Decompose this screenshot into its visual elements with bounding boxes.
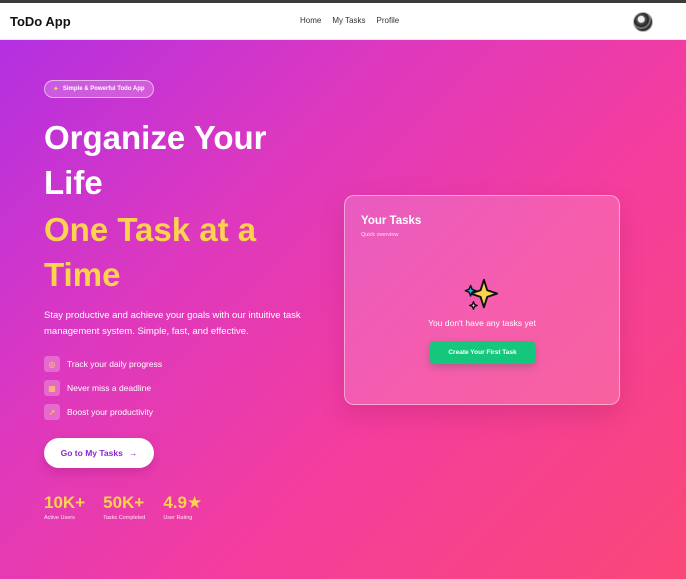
stat-label: User Rating [163, 515, 193, 521]
card-subtitle: Quick overview [361, 232, 399, 238]
nav-links: Home My Tasks Profile [300, 16, 399, 25]
feature-item-deadline: ▦ Never miss a deadline [44, 376, 162, 400]
feature-label: Never miss a deadline [67, 383, 152, 393]
feature-badge: ✦ Simple & Powerful Todo App [44, 80, 154, 98]
empty-state-message: You don't have any tasks yet [428, 318, 536, 328]
calendar-icon: ▦ [44, 380, 60, 396]
arrow-right-icon: → [128, 448, 138, 458]
brand-logo[interactable]: ToDo App [10, 14, 71, 29]
target-icon: ◎ [44, 356, 60, 372]
stat-active-users: 10K+ Active Users [44, 493, 85, 521]
navbar: ToDo App Home My Tasks Profile [0, 3, 686, 40]
hero-description: Stay productive and achieve your goals w… [44, 310, 301, 337]
stats-row: 10K+ Active Users 50K+ Tasks Completed 4… [44, 493, 202, 521]
hero-section: ✦ Simple & Powerful Todo App Organize Yo… [0, 40, 686, 579]
nav-link-home[interactable]: Home [300, 16, 321, 25]
sparkles-icon [464, 278, 499, 310]
feature-item-productivity: ↗ Boost your productivity [44, 400, 162, 424]
go-to-my-tasks-button[interactable]: Go to My Tasks → [44, 438, 154, 468]
trending-up-icon: ↗ [44, 404, 60, 420]
user-avatar-icon[interactable] [633, 12, 653, 32]
nav-link-profile[interactable]: Profile [377, 16, 400, 25]
feature-badge-label: Simple & Powerful Todo App [62, 86, 145, 92]
headline-highlight: One Task at a Time [44, 211, 257, 293]
tasks-overview-card: Your Tasks Quick overview You don't have… [344, 195, 620, 405]
stat-value: 4.9★ [163, 493, 203, 512]
create-first-task-button[interactable]: Create Your First Task [430, 341, 535, 364]
nav-link-my-tasks[interactable]: My Tasks [332, 16, 365, 25]
headline-primary: Organize Your Life [44, 119, 267, 201]
feature-label: Track your daily progress [67, 359, 163, 369]
stat-user-rating: 4.9★ User Rating [163, 493, 202, 521]
stat-value: 50K+ [103, 493, 145, 512]
stat-tasks-completed: 50K+ Tasks Completed [103, 493, 145, 521]
feature-item-progress: ◎ Track your daily progress [44, 352, 162, 376]
card-title: Your Tasks [361, 215, 422, 227]
cta-label: Go to My Tasks [60, 448, 123, 458]
rocket-icon: ✦ [53, 86, 59, 93]
feature-label: Boost your productivity [67, 407, 153, 417]
feature-list: ◎ Track your daily progress ▦ Never miss… [44, 352, 162, 424]
stat-value: 10K+ [44, 493, 86, 512]
stat-label: Active Users [44, 515, 75, 521]
stat-label: Tasks Completed [103, 515, 146, 521]
